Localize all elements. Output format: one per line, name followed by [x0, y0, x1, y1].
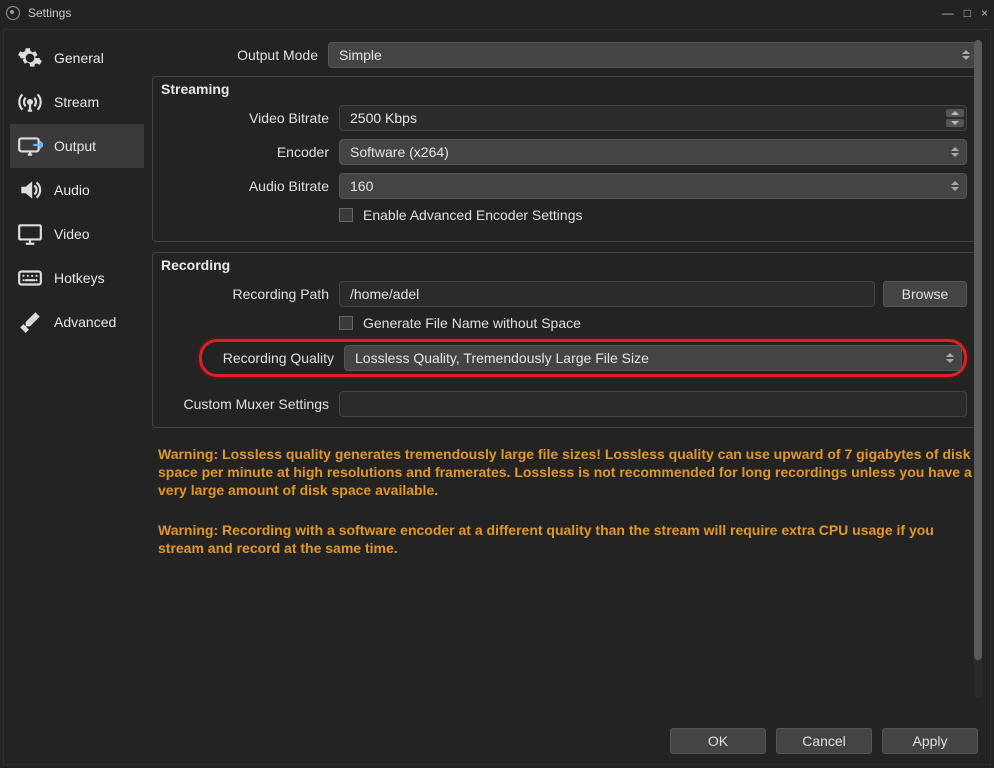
tools-icon — [16, 308, 44, 336]
chevron-updown-icon — [959, 46, 973, 64]
browse-button[interactable]: Browse — [883, 281, 967, 307]
sidebar-item-label: Hotkeys — [54, 270, 105, 286]
recording-legend: Recording — [161, 257, 230, 273]
streaming-group: Streaming Video Bitrate 2500 Kbps — [152, 76, 978, 242]
window-title: Settings — [28, 6, 942, 20]
sidebar-item-label: Audio — [54, 182, 90, 198]
sidebar-item-label: Output — [54, 138, 96, 154]
sidebar-item-hotkeys[interactable]: Hotkeys — [10, 256, 144, 300]
recording-quality-value: Lossless Quality, Tremendously Large Fil… — [355, 350, 649, 366]
output-mode-value: Simple — [339, 47, 382, 63]
ok-button[interactable]: OK — [670, 728, 766, 754]
sidebar-item-stream[interactable]: Stream — [10, 80, 144, 124]
audio-bitrate-dropdown[interactable]: 160 — [339, 173, 967, 199]
chevron-updown-icon — [948, 143, 962, 161]
generate-no-space-label: Generate File Name without Space — [363, 315, 581, 331]
title-bar: Settings — □ × — [0, 0, 994, 26]
keyboard-icon — [16, 264, 44, 292]
speaker-icon — [16, 176, 44, 204]
highlight-annotation: Recording Quality Lossless Quality, Trem… — [199, 339, 967, 377]
enable-advanced-checkbox[interactable] — [339, 208, 353, 222]
custom-muxer-input[interactable] — [339, 391, 967, 417]
monitor-output-icon — [16, 132, 44, 160]
sidebar-item-audio[interactable]: Audio — [10, 168, 144, 212]
sidebar-item-general[interactable]: General — [10, 36, 144, 80]
warning-cpu: Warning: Recording with a software encod… — [152, 514, 978, 558]
gear-icon — [16, 44, 44, 72]
sidebar-item-advanced[interactable]: Advanced — [10, 300, 144, 344]
spinner-down-icon[interactable] — [946, 119, 964, 127]
custom-muxer-label: Custom Muxer Settings — [163, 396, 339, 412]
recording-quality-label: Recording Quality — [204, 350, 344, 366]
content-pane: Output Mode Simple Streaming Video Bitra… — [144, 36, 984, 702]
monitor-icon — [16, 220, 44, 248]
output-mode-label: Output Mode — [152, 47, 328, 63]
minimize-button[interactable]: — — [942, 6, 954, 20]
audio-bitrate-value: 160 — [350, 178, 373, 194]
broadcast-icon — [16, 88, 44, 116]
sidebar-item-output[interactable]: Output — [10, 124, 144, 168]
sidebar-item-label: Stream — [54, 94, 99, 110]
app-icon — [6, 6, 20, 20]
sidebar: General Stream Output Audio — [10, 36, 144, 702]
chevron-updown-icon — [948, 177, 962, 195]
warning-lossless: Warning: Lossless quality generates trem… — [152, 438, 978, 500]
recording-group: Recording Recording Path /home/adel Brow… — [152, 252, 978, 428]
generate-no-space-checkbox[interactable] — [339, 316, 353, 330]
enable-advanced-label: Enable Advanced Encoder Settings — [363, 207, 583, 223]
encoder-dropdown[interactable]: Software (x264) — [339, 139, 967, 165]
encoder-value: Software (x264) — [350, 144, 449, 160]
encoder-label: Encoder — [163, 144, 339, 160]
sidebar-item-label: Advanced — [54, 314, 116, 330]
cancel-button[interactable]: Cancel — [776, 728, 872, 754]
sidebar-item-video[interactable]: Video — [10, 212, 144, 256]
video-bitrate-value: 2500 Kbps — [350, 110, 417, 126]
maximize-button[interactable]: □ — [964, 6, 971, 20]
recording-path-value: /home/adel — [350, 286, 419, 302]
streaming-legend: Streaming — [161, 81, 229, 97]
audio-bitrate-label: Audio Bitrate — [163, 178, 339, 194]
recording-path-label: Recording Path — [163, 286, 339, 302]
recording-quality-dropdown[interactable]: Lossless Quality, Tremendously Large Fil… — [344, 345, 962, 371]
apply-button[interactable]: Apply — [882, 728, 978, 754]
spinner-up-icon[interactable] — [946, 109, 964, 117]
recording-path-input[interactable]: /home/adel — [339, 281, 875, 307]
video-bitrate-label: Video Bitrate — [163, 110, 339, 126]
chevron-updown-icon — [943, 349, 957, 367]
close-button[interactable]: × — [981, 6, 988, 20]
sidebar-item-label: Video — [54, 226, 90, 242]
sidebar-item-label: General — [54, 50, 104, 66]
video-bitrate-spinner[interactable]: 2500 Kbps — [339, 105, 967, 131]
scrollbar-thumb[interactable] — [974, 40, 982, 660]
output-mode-dropdown[interactable]: Simple — [328, 42, 978, 68]
dialog-footer: OK Cancel Apply — [670, 728, 978, 754]
